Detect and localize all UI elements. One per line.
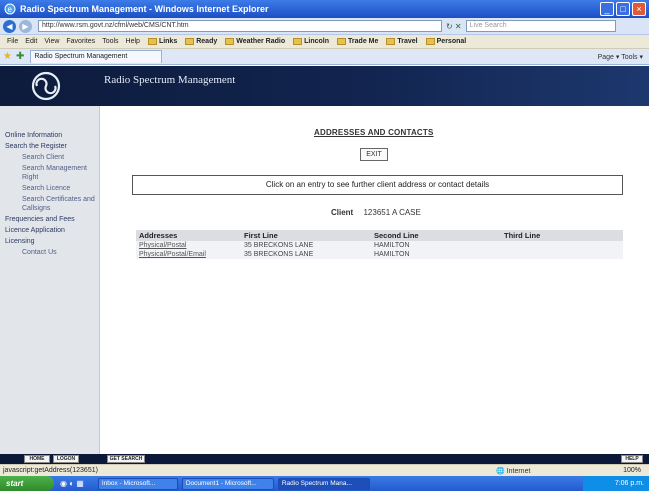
sidebar-nav: Online Information Search the Register Sea… [0, 106, 100, 454]
add-favorite-icon[interactable]: ✚ [16, 51, 24, 62]
sidebar-item[interactable]: Search Management Right [0, 163, 99, 183]
table-row[interactable]: Physical/Postal 35 BRECKONS LANE HAMILTO… [136, 241, 623, 250]
folder-icon [337, 38, 347, 45]
site-footer-bar: HOME LOGON GET SEARCH HELP [0, 454, 649, 464]
folder-icon [293, 38, 303, 45]
sidebar-item[interactable]: Search the Register [0, 141, 99, 152]
favorite-ready[interactable]: Ready [185, 38, 217, 45]
page-title: ADDRESSES AND CONTACTS [314, 128, 434, 137]
third-line-cell [501, 241, 623, 250]
zoom-level[interactable]: 100% [623, 467, 641, 474]
address-input[interactable]: http://www.rsm.govt.nz/cfml/web/CMS/CNT.… [38, 20, 442, 32]
menu-edit[interactable]: Edit [25, 38, 37, 45]
favorite-travel[interactable]: Travel [386, 38, 418, 45]
window-controls: _ □ × [600, 2, 646, 16]
get-search-button[interactable]: GET SEARCH [107, 455, 145, 463]
folder-icon [425, 38, 435, 45]
menu-view[interactable]: View [44, 38, 59, 45]
main-content: ADDRESSES AND CONTACTS EXIT Click on an … [106, 106, 649, 454]
taskbar: start ◉ ◐ ▦ Inbox - Microsoft... Documen… [0, 476, 649, 491]
second-line-cell: HAMILTON [371, 241, 501, 250]
back-icon[interactable]: ◀ [3, 19, 16, 33]
folder-icon [147, 38, 157, 45]
exit-button[interactable]: EXIT [360, 148, 388, 161]
status-bar: javascript:getAddress(123651) 🌐 Internet… [0, 464, 649, 476]
window-title: Radio Spectrum Management - Windows Inte… [20, 4, 269, 14]
status-text: javascript:getAddress(123651) [3, 467, 98, 474]
sidebar-item[interactable]: Licensing [0, 236, 99, 247]
internet-zone: 🌐 Internet [496, 467, 531, 475]
favorites-star-icon[interactable]: ★ [3, 51, 12, 62]
col-third-line: Third Line [501, 230, 623, 241]
home-button[interactable]: HOME [24, 455, 50, 463]
menu-bar: File Edit View Favorites Tools Help Link… [0, 35, 649, 49]
favorite-links[interactable]: Links [147, 38, 177, 45]
clock: 7:06 p.m. [614, 480, 644, 487]
logon-button[interactable]: LOGON [53, 455, 79, 463]
menu-favorites[interactable]: Favorites [66, 38, 95, 45]
tab-bar: ★ ✚ Radio Spectrum Management Page ▾ Too… [0, 49, 649, 65]
start-button[interactable]: start [0, 476, 54, 491]
maximize-button[interactable]: □ [616, 2, 630, 16]
client-label: Client [331, 208, 354, 217]
sidebar-item[interactable]: Licence Application [0, 225, 99, 236]
menu-file[interactable]: File [7, 38, 18, 45]
table-row[interactable]: Physical/Postal/Email 35 BRECKONS LANE H… [136, 250, 623, 259]
first-line-cell: 35 BRECKONS LANE [241, 250, 371, 259]
svg-text:e: e [8, 5, 13, 14]
quick-launch-icons[interactable]: ◉ ◐ ▦ [60, 479, 84, 488]
taskbar-item-inbox[interactable]: Inbox - Microsoft... [97, 477, 178, 490]
search-input[interactable]: Live Search [465, 20, 616, 32]
address-bar-row: ◀ ▶ http://www.rsm.govt.nz/cfml/web/CMS/… [0, 18, 649, 35]
minimize-button[interactable]: _ [600, 2, 614, 16]
help-button[interactable]: HELP [621, 455, 643, 463]
taskbar-item-browser[interactable]: Radio Spectrum Mana... [277, 477, 370, 490]
site-logo-icon [31, 71, 61, 101]
second-line-cell: HAMILTON [371, 250, 501, 259]
command-bar[interactable]: Page ▾ Tools ▾ [598, 53, 643, 61]
table-header-row: Addresses First Line Second Line Third L… [136, 230, 623, 241]
col-first-line: First Line [241, 230, 371, 241]
internet-explorer-icon: e [4, 3, 16, 15]
col-addresses: Addresses [136, 230, 241, 241]
col-second-line: Second Line [371, 230, 501, 241]
client-line: Client 123651 A CASE [331, 208, 421, 217]
sidebar-item[interactable]: Contact Us [0, 247, 99, 258]
taskbar-item-document[interactable]: Document1 - Microsoft... [181, 477, 274, 490]
system-tray: 7:06 p.m. [583, 476, 649, 491]
site-header: Radio Spectrum Management [0, 66, 649, 106]
favorite-weather-radio[interactable]: Weather Radio [225, 38, 285, 45]
folder-icon [225, 38, 235, 45]
info-message: Click on an entry to see further client … [132, 175, 623, 195]
first-line-cell: 35 BRECKONS LANE [241, 241, 371, 250]
favorite-trade-me[interactable]: Trade Me [337, 38, 378, 45]
client-value: 123651 A CASE [363, 208, 421, 217]
forward-icon[interactable]: ▶ [19, 19, 32, 33]
web-page: Radio Spectrum Management Online Informa… [0, 66, 649, 454]
favorite-personal[interactable]: Personal [425, 38, 466, 45]
sidebar-item[interactable]: Search Certificates and Callsigns [0, 194, 99, 214]
sidebar-item[interactable]: Frequencies and Fees [0, 214, 99, 225]
folder-icon [386, 38, 396, 45]
menu-help[interactable]: Help [126, 38, 140, 45]
sidebar-item[interactable]: Search Client [0, 152, 99, 163]
site-title: Radio Spectrum Management [104, 74, 236, 86]
favorite-lincoln[interactable]: Lincoln [293, 38, 329, 45]
address-link[interactable]: Physical/Postal [136, 241, 241, 250]
menu-tools[interactable]: Tools [102, 38, 118, 45]
tab-radio-spectrum[interactable]: Radio Spectrum Management [30, 50, 163, 63]
refresh-stop-icons[interactable]: ↻ ✕ [446, 22, 462, 31]
addresses-table: Addresses First Line Second Line Third L… [136, 230, 623, 259]
close-button[interactable]: × [632, 2, 646, 16]
address-link[interactable]: Physical/Postal/Email [136, 250, 241, 259]
third-line-cell [501, 250, 623, 259]
sidebar-item[interactable]: Search Licence [0, 183, 99, 194]
folder-icon [185, 38, 195, 45]
window-title-bar: e Radio Spectrum Management - Windows In… [0, 0, 649, 18]
sidebar-item[interactable]: Online Information [0, 130, 99, 141]
